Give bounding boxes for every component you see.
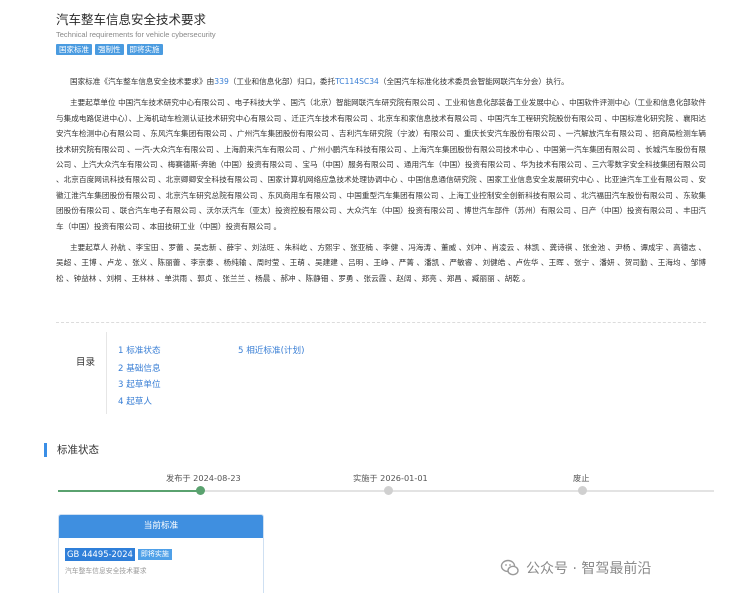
standard-header: 汽车整车信息安全技术要求 Technical requirements for … xyxy=(56,12,216,55)
drafters-paragraph: 主要起草人 孙航 、李宝田 、罗蕾 、吴志新 、薛宇 、刘法旺 、朱科屹 、方熙… xyxy=(56,243,706,283)
tag-national-standard: 国家标准 xyxy=(56,44,92,55)
toc-label: 目录 xyxy=(76,357,96,368)
timeline-dot-effective xyxy=(384,486,393,495)
toc-divider-line xyxy=(56,322,706,323)
toc-item-drafting-units[interactable]: 3 起草单位 xyxy=(118,378,161,390)
watermark: 公众号 · 智驾最前沿 xyxy=(500,558,651,578)
timeline-progress xyxy=(58,490,203,492)
intro-section: 国家标准《汽车整车信息安全技术要求》由339（工业和信息化部）归口，委托TC11… xyxy=(56,74,706,286)
intro-paragraph-authority: 国家标准《汽车整车信息安全技术要求》由339（工业和信息化部）归口，委托TC11… xyxy=(56,74,706,89)
tag-list: 国家标准 强制性 即将实施 xyxy=(56,44,216,55)
standard-code[interactable]: GB 44495-2024 xyxy=(65,548,135,561)
tc114sc34-link[interactable]: TC114SC34 xyxy=(335,77,379,86)
timeline-dot-abolished xyxy=(578,486,587,495)
tag-upcoming: 即将实施 xyxy=(126,44,163,55)
toc-item-status[interactable]: 1 标准状态 xyxy=(118,344,161,356)
drafting-units-paragraph: 主要起草单位 中国汽车技术研究中心有限公司 、电子科技大学 、国汽（北京）智能网… xyxy=(56,98,706,231)
intro-text: （工业和信息化部）归口，委托 xyxy=(228,77,336,86)
tag-mandatory: 强制性 xyxy=(95,44,124,55)
current-standard-card[interactable]: 当前标准 GB 44495-2024 即将实施 汽车整车信息安全技术要求 xyxy=(58,514,264,593)
toc-item-drafters[interactable]: 4 起草人 xyxy=(118,395,152,407)
timeline-label-published: 发布于 2024-08-23 xyxy=(166,473,241,483)
page-subtitle-en: Technical requirements for vehicle cyber… xyxy=(56,30,216,39)
card-subtitle: 汽车整车信息安全技术要求 xyxy=(65,567,147,575)
watermark-text: 公众号 · 智驾最前沿 xyxy=(526,561,652,577)
toc-item-basic-info[interactable]: 2 基础信息 xyxy=(118,362,161,374)
status-badge: 即将实施 xyxy=(137,549,172,560)
wechat-icon xyxy=(500,559,519,576)
intro-text: （全国汽车标准化技术委员会智能网联汽车分会）执行。 xyxy=(378,77,569,86)
section-accent-bar xyxy=(44,443,47,457)
card-header: 当前标准 xyxy=(59,515,263,538)
toc-item-similar-standards[interactable]: 5 相近标准(计划) xyxy=(238,344,304,356)
timeline-dot-published xyxy=(196,486,205,495)
timeline-label-abolished: 废止 xyxy=(573,473,590,483)
card-code-row: GB 44495-2024 即将实施 xyxy=(65,548,172,561)
intro-text: 国家标准《汽车整车信息安全技术要求》由 xyxy=(70,77,215,86)
table-of-contents: 目录 1 标准状态 2 基础信息 3 起草单位 4 起草人 5 相近标准(计划) xyxy=(56,332,706,414)
status-section-title: 标准状态 xyxy=(57,444,99,456)
toc-vertical-divider xyxy=(106,332,107,414)
timeline-label-effective: 实施于 2026-01-01 xyxy=(353,473,428,483)
page-title: 汽车整车信息安全技术要求 xyxy=(56,12,207,27)
tc-339-link[interactable]: 339 xyxy=(214,77,229,86)
